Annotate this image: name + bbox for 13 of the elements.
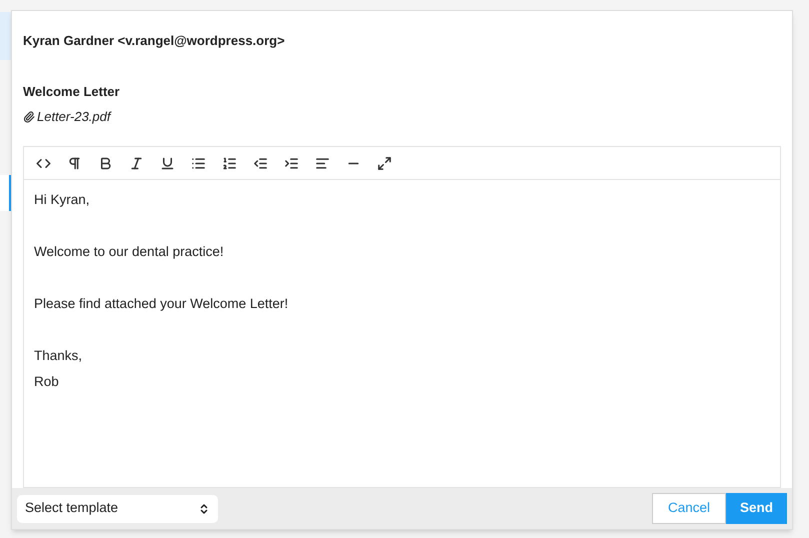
body-text: Thanks, <box>34 347 82 365</box>
body-text: Rob <box>34 373 59 391</box>
recipient: Kyran Gardner <v.rangel@wordpress.org> <box>23 32 286 50</box>
editor-body[interactable]: Hi Kyran, Welcome to our dental practice! Please find attached your Welcome Letter! Thanks, Rob <box>24 180 780 421</box>
attachment-link[interactable]: Letter-23.pdf <box>37 107 110 127</box>
body-text: Please find attached your Welcome Letter! <box>34 295 288 313</box>
body-text: Hi Kyran, <box>34 191 90 209</box>
template-select[interactable]: Select template <box>17 494 218 522</box>
select-arrows-icon <box>198 502 210 514</box>
body-text: Welcome to our dental practice! <box>34 243 224 261</box>
subject: Welcome Letter <box>23 83 121 101</box>
paperclip-icon <box>23 111 35 123</box>
page-background <box>0 12 11 60</box>
